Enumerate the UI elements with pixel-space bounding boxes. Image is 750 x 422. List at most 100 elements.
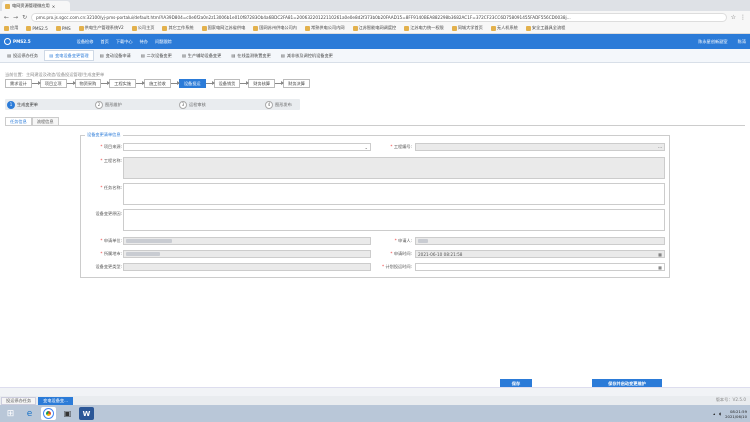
project-name-label: 工程名称: — [103, 158, 122, 163]
flow-stage[interactable]: 设备销货 — [213, 79, 241, 88]
bookmark-label: 无人机系统 — [496, 25, 518, 30]
apply-unit-field[interactable] — [123, 237, 371, 245]
chrome-icon[interactable] — [41, 407, 56, 420]
applicant-field[interactable] — [415, 237, 665, 245]
module-tab[interactable]: ▤ 在线监测装置变更 — [227, 50, 274, 61]
folder-icon — [131, 25, 137, 31]
bookmark-item[interactable]: 安全工器具全流程 — [525, 25, 566, 31]
bookmark-item[interactable]: 公司主页 — [131, 25, 154, 31]
app-nav-item[interactable]: 下载中心 — [116, 39, 133, 45]
reload-icon[interactable]: ↻ — [22, 14, 27, 21]
project-source-label: 项目来源: — [103, 144, 122, 149]
step-progress: 1 生成变更单 2 图形维护 3 运检审核 4 图形发布 — [5, 99, 300, 110]
task-name-field[interactable] — [123, 183, 665, 205]
form-legend: 设备变更清单信息 — [85, 132, 123, 138]
plan-date-label: 计划投运时间: — [385, 264, 412, 269]
flow-stage[interactable]: 需求设计 — [5, 79, 32, 88]
bookmark-label: 安全工器具全流程 — [531, 25, 566, 30]
flow-arrow — [240, 81, 250, 85]
change-type-field[interactable] — [123, 263, 371, 271]
bookmark-item[interactable]: 江苏电力统一权限 — [404, 25, 444, 31]
flow-stage[interactable]: 财务核算 — [248, 79, 276, 88]
flow-stage[interactable]: 物资采购 — [74, 79, 102, 88]
tab-doc-icon: ▤ — [7, 53, 11, 58]
reason-field[interactable] — [123, 209, 665, 231]
main-content: 当前位置：主网建设及改造/设备投运管理/生成变更单 需求设计 项目立项 物资采购 工程… — [0, 63, 750, 387]
redacted-value — [418, 239, 428, 243]
app-nav-item[interactable]: 首页 — [100, 39, 108, 45]
back-icon[interactable]: ← — [4, 14, 9, 21]
clock-date: 2021/06/10 — [725, 413, 747, 419]
star-icon[interactable]: ☆ — [731, 14, 736, 21]
module-tab-label: 减非核及调控机设备变更 — [286, 52, 333, 58]
menu-icon[interactable]: ⋮ — [740, 14, 746, 21]
bookmark-label: 江苏电力统一权限 — [410, 25, 444, 30]
bookmark-item[interactable]: 常熟供电公司内网 — [305, 25, 345, 31]
start-icon[interactable]: ⊞ — [3, 407, 18, 420]
module-tab[interactable]: ▤ 生产辅助设备变更 — [178, 50, 225, 61]
bookmark-item[interactable]: 应用 — [4, 25, 18, 31]
module-tab[interactable]: ▤ 变动设备申请 — [96, 50, 135, 61]
bookmark-item[interactable]: 国家电网江苏省供电 — [201, 25, 245, 31]
more-icon[interactable]: ··· — [658, 145, 662, 150]
flow-stage[interactable]: 工程实施 — [109, 79, 137, 88]
bookmark-item[interactable]: 国网苏州供电公司内 — [253, 25, 297, 31]
flow-stage[interactable]: 项目立项 — [39, 79, 67, 88]
flow-arrow — [136, 81, 146, 85]
project-no-label: 工程编号: — [393, 144, 412, 149]
folder-icon — [26, 25, 32, 31]
project-no-field[interactable]: ··· — [415, 143, 665, 151]
module-tab[interactable]: ▤ 变电设备变更管理 — [44, 50, 94, 61]
breadcrumb: 当前位置：主网建设及改造/设备投运管理/生成变更单 — [5, 72, 105, 77]
app-logo-icon — [4, 38, 11, 45]
module-tab[interactable]: ▤ 减非核及调控机设备变更 — [277, 50, 337, 61]
project-source-select[interactable]: ⌄ — [123, 143, 371, 151]
module-tab[interactable]: ▤ 二次设备变更 — [137, 50, 176, 61]
forward-icon[interactable]: → — [13, 14, 18, 21]
flow-stage[interactable]: 财务决算 — [283, 79, 310, 88]
volume-icon[interactable]: ◖ — [719, 411, 721, 416]
app-user-area: 陈永星创新副室 陈涛 — [698, 39, 746, 45]
browser-tab[interactable]: 电网资源管理微应用 × — [2, 1, 70, 11]
bookmark-item[interactable]: PMS — [55, 25, 71, 31]
url-input[interactable]: pms.pro.js.sgcc.com.cn:32100/yj-pms-port… — [31, 12, 727, 22]
module-tabs: ▤ 投运停办任务 ▤ 变电设备变更管理 ▤ 变动设备申请 ▤ 二次设备变更 ▤ 生产辅助设备变更 ▤… — [0, 49, 750, 63]
plan-date-field[interactable]: ▦ — [415, 263, 665, 271]
app-header: PMS2.5 设备检修 首页 下载中心 待办 问题跟踪 陈永星创新副室 陈涛 — [0, 34, 750, 49]
apply-time-field[interactable]: 2021-06-10 08:21:58 ▦ — [415, 250, 665, 258]
bookmark-item[interactable]: 同城大学首页 — [451, 25, 483, 31]
tab-doc-icon: ▤ — [99, 53, 104, 58]
app-nav-item[interactable]: 待办 — [140, 39, 148, 45]
ie-icon[interactable]: e — [22, 407, 37, 420]
bottom-tab[interactable]: 变电设备变... — [38, 396, 74, 405]
app-nav-item[interactable]: 设备检修 — [77, 39, 94, 45]
network-icon[interactable]: ▴ — [713, 411, 715, 416]
flow-stage[interactable]: 设备投运 — [178, 79, 206, 88]
bookmark-label: 同城大学首页 — [457, 25, 483, 30]
owner-unit-field[interactable] — [123, 250, 371, 258]
bookmark-item[interactable]: 无人机系统 — [490, 25, 518, 31]
process-flow: 需求设计 项目立项 物资采购 工程实施 施工验收 设备投运 设备销货 财务核算 财务决算 — [5, 79, 310, 88]
apply-unit-label: 申请单位: — [103, 238, 122, 243]
flow-stage[interactable]: 施工验收 — [144, 79, 171, 88]
app-nav-item[interactable]: 问题跟踪 — [155, 39, 172, 45]
bookmark-label: 应用 — [10, 25, 19, 30]
close-tab-icon[interactable]: × — [52, 4, 56, 9]
bookmark-item[interactable]: PMS2.5 — [26, 25, 48, 31]
bookmark-item[interactable]: 供电生产管理系统V2 — [78, 25, 124, 31]
bookmark-item[interactable]: 江苏智能电网调度控 — [352, 25, 396, 31]
browser-tab-title: 电网资源管理微应用 — [12, 3, 50, 8]
media-icon[interactable]: ▣ — [60, 407, 75, 420]
user-unit[interactable]: 陈永星创新副室 — [698, 39, 727, 45]
module-tab-label: 变动设备申请 — [105, 52, 131, 58]
bookmark-item[interactable]: 其它工作系统 — [162, 25, 194, 31]
project-name-field[interactable] — [123, 157, 665, 179]
module-tab[interactable]: ▤ 投运停办任务 — [3, 50, 42, 61]
bottom-tab[interactable]: 投运停办任务 — [1, 396, 37, 405]
calendar-icon[interactable]: ▦ — [658, 265, 662, 270]
clock[interactable]: 08:21:59 2021/06/10 — [725, 409, 747, 419]
word-icon[interactable]: W — [79, 407, 94, 420]
user-name[interactable]: 陈涛 — [738, 39, 746, 45]
bookmark-label: 其它工作系统 — [168, 25, 194, 30]
bookmark-label: 常熟供电公司内网 — [311, 25, 345, 30]
